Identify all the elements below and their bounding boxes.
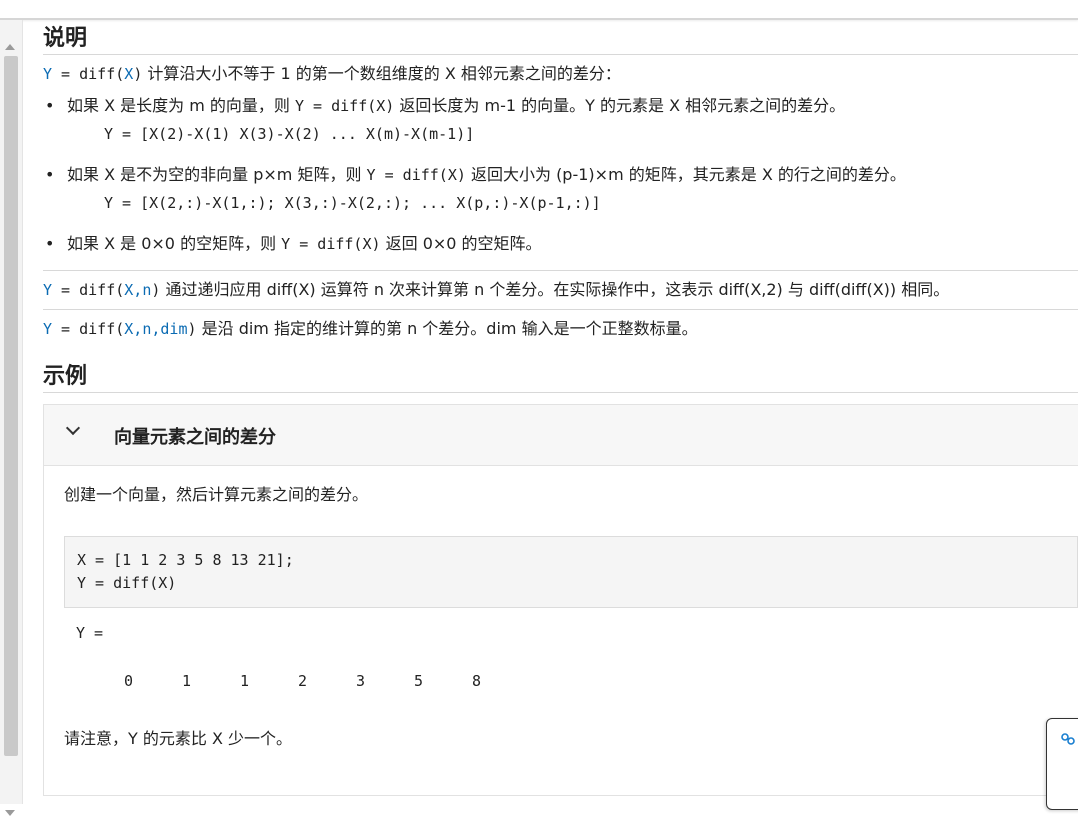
syntax-input-var[interactable]: X <box>124 65 133 83</box>
code-line: X = [1 1 2 3 5 8 13 21]; <box>77 551 294 569</box>
output-value: 1 <box>182 672 192 690</box>
bullet-item-empty: 如果 X 是 0×0 的空矩阵，则 Y = diff(X) 返回 0×0 的空矩… <box>43 233 1078 255</box>
syntax-line-3: Y = diff(X,n,dim) 是沿 dim 指定的维计算的第 n 个差分。… <box>43 319 698 338</box>
examples-heading: 示例 <box>43 358 1078 393</box>
floating-feedback-button[interactable] <box>1046 718 1078 810</box>
output-values: 0 1 1 2 3 5 8 <box>76 672 1064 690</box>
output-label: Y = <box>76 624 104 642</box>
description-heading: 说明 <box>43 20 1078 55</box>
vertical-scrollbar[interactable] <box>0 20 23 816</box>
bullet-item-vector: 如果 X 是长度为 m 的向量，则 Y = diff(X) 返回长度为 m-1 … <box>43 95 1078 145</box>
code-line: Y = diff(X) <box>77 574 177 592</box>
output-value: 8 <box>472 672 482 690</box>
bullet-item-matrix: 如果 X 是不为空的非向量 p×m 矩阵，则 Y = diff(X) 返回大小为… <box>43 164 1078 214</box>
doc-content: 说明 Y = diff(X) 计算沿大小不等于 1 的第一个数组维度的 X 相邻… <box>43 20 1078 796</box>
syntax-line-2: Y = diff(X,n) 通过递归应用 diff(X) 运算符 n 次来计算第… <box>43 280 950 299</box>
formula-matrix: Y = [X(2,:)-X(1,:); X(3,:)-X(2,:); ... X… <box>104 194 601 212</box>
scroll-down-arrow-icon[interactable] <box>5 810 15 816</box>
example-body: 创建一个向量，然后计算元素之间的差分。 X = [1 1 2 3 5 8 13 … <box>44 466 1078 750</box>
example-header[interactable]: 向量元素之间的差分 <box>44 405 1078 466</box>
output-value: 5 <box>414 672 424 690</box>
link-icon <box>1061 733 1075 745</box>
scroll-thumb[interactable] <box>4 56 18 756</box>
syntax-line-1: Y = diff(X) 计算沿大小不等于 1 的第一个数组维度的 X 相邻元素之… <box>43 64 621 83</box>
example-intro: 创建一个向量，然后计算元素之间的差分。 <box>64 485 369 504</box>
top-toolbar <box>0 0 1078 20</box>
output-value: 3 <box>356 672 366 690</box>
example-title[interactable]: 向量元素之间的差分 <box>114 423 276 449</box>
formula-vector: Y = [X(2)-X(1) X(3)-X(2) ... X(m)-X(m-1)… <box>104 125 475 143</box>
example-card: 向量元素之间的差分 创建一个向量，然后计算元素之间的差分。 X = [1 1 2… <box>43 404 1078 796</box>
output-value: 0 <box>124 672 134 690</box>
example-note: 请注意，Y 的元素比 X 少一个。 <box>64 729 292 748</box>
description-bullets: 如果 X 是长度为 m 的向量，则 Y = diff(X) 返回长度为 m-1 … <box>43 95 1078 255</box>
output-value: 1 <box>240 672 250 690</box>
chevron-down-icon[interactable] <box>65 420 81 436</box>
scroll-up-arrow-icon[interactable] <box>5 44 15 50</box>
syntax-output-var[interactable]: Y <box>43 65 52 83</box>
output-value: 2 <box>298 672 308 690</box>
code-block[interactable]: X = [1 1 2 3 5 8 13 21]; Y = diff(X) <box>64 536 1078 608</box>
output-block: Y = 0 1 1 2 3 5 8 <box>64 624 1064 690</box>
